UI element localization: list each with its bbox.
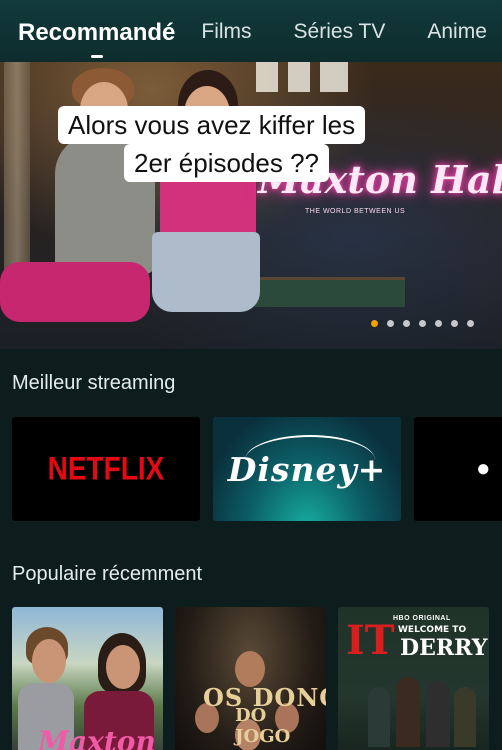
poster-it-welcome-to-derry[interactable]: IT HBO ORIGINAL WELCOME TO DERRY	[338, 607, 489, 750]
poster-character-face	[106, 645, 140, 689]
carousel-dot[interactable]	[403, 320, 410, 327]
popular-row: Maxton OS DONOS DO JOGO IT HBO ORIGINAL …	[12, 607, 502, 750]
tab-series-tv[interactable]: Séries TV	[294, 20, 386, 44]
background-window	[320, 62, 348, 92]
carousel-dot[interactable]	[451, 320, 458, 327]
poster-title: WELCOME TO	[398, 625, 467, 635]
carousel-dot-active[interactable]	[371, 320, 378, 327]
section-title-popular: Populaire récemment	[12, 563, 203, 585]
carousel-dot[interactable]	[419, 320, 426, 327]
tab-series-tv-label: Séries TV	[293, 20, 386, 43]
character-skirt	[152, 232, 260, 312]
carousel-dot[interactable]	[435, 320, 442, 327]
tab-anime[interactable]: Anime	[427, 20, 487, 44]
section-title-streaming: Meilleur streaming	[12, 372, 176, 394]
poster-character-figure	[454, 687, 476, 747]
netflix-card[interactable]: NETFLIX	[12, 417, 200, 521]
character-pink-trousers	[0, 262, 150, 322]
background-column	[4, 62, 30, 282]
carousel-indicator[interactable]	[371, 320, 474, 327]
caption-line-1: Alors vous avez kiffer les	[58, 106, 366, 144]
netflix-logo: NETFLIX	[47, 450, 165, 487]
poster-maxton-hall[interactable]: Maxton	[12, 607, 163, 750]
poster-subtitle: DO JOGO	[235, 705, 291, 747]
streaming-row: NETFLIX Disney+ ●	[12, 417, 502, 521]
caption-line-2: 2er épisodes ??	[124, 144, 330, 182]
tab-recommande-label: Recommandé	[18, 19, 176, 46]
disney-plus-card[interactable]: Disney+	[213, 417, 401, 521]
background-window	[288, 62, 310, 92]
poster-character-figure	[396, 677, 420, 747]
poster-character-face	[32, 639, 66, 683]
poster-title: Maxton	[38, 725, 156, 750]
poster-badge: HBO ORIGINAL	[393, 615, 451, 622]
apple-logo-icon: ●	[476, 455, 491, 482]
poster-subtitle: DERRY	[400, 635, 488, 661]
hero-banner[interactable]: Maxton Hall 2 THE WORLD BETWEEN US Alors…	[0, 62, 502, 349]
tab-films-label: Films	[201, 20, 252, 43]
apple-tv-card[interactable]: ●	[414, 417, 502, 521]
top-nav: Recommandé Films Séries TV Anime	[0, 0, 502, 62]
active-tab-indicator	[90, 55, 103, 58]
tab-anime-label: Anime	[427, 20, 487, 43]
carousel-dot[interactable]	[387, 320, 394, 327]
poster-character-figure	[368, 687, 390, 747]
disney-plus-logo: Disney+	[227, 449, 387, 489]
tab-films[interactable]: Films	[201, 20, 251, 44]
poster-character-face	[235, 651, 265, 687]
poster-character-figure	[426, 681, 450, 747]
carousel-dot[interactable]	[467, 320, 474, 327]
hero-show-subtitle: THE WORLD BETWEEN US	[305, 208, 406, 215]
poster-it-mark: IT	[346, 617, 395, 664]
poster-os-donos-do-jogo[interactable]: OS DONOS DO JOGO	[175, 607, 326, 750]
tab-recommande[interactable]: Recommandé	[18, 19, 176, 58]
background-table	[255, 277, 405, 307]
background-window	[256, 62, 278, 92]
